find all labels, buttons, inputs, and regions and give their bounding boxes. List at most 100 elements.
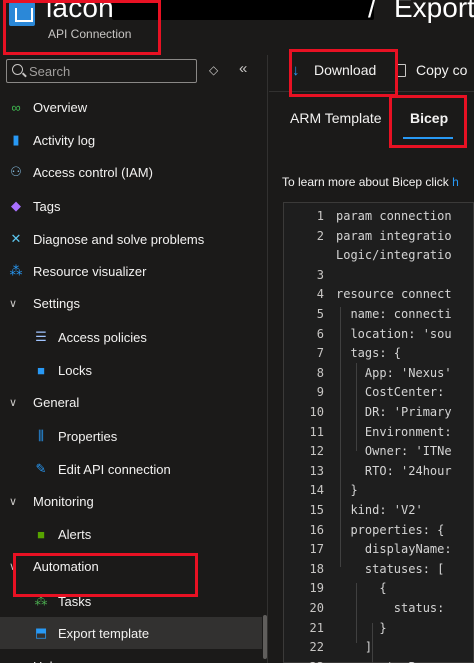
- activity-log-icon: ▮: [12, 132, 20, 147]
- sidebar-item-overview[interactable]: ∞ Overview: [0, 91, 262, 123]
- line-number: 22: [309, 640, 324, 655]
- line-number: 15: [309, 503, 324, 517]
- learn-more-link[interactable]: h: [452, 175, 459, 189]
- code-text: statuses: [: [336, 561, 445, 576]
- line-number: 4: [316, 287, 324, 302]
- code-editor[interactable]: 1 param connection 2 param integratio Logic/…: [283, 202, 474, 663]
- indent-guide: [340, 307, 341, 567]
- nav-item-label: Settings: [33, 295, 80, 311]
- learn-more-text: To learn more about Bicep click h: [282, 175, 459, 189]
- download-highlight-box: [289, 49, 398, 97]
- indent-guide: [372, 623, 373, 663]
- chevron-down-icon: ∨: [9, 495, 18, 508]
- chevron-down-icon: ∨: [9, 660, 17, 663]
- access-policies-icon: ☰: [35, 329, 47, 344]
- code-text: resource connect: [336, 287, 452, 302]
- nav-item-label: Overview: [33, 99, 88, 115]
- code-text: DR: 'Primary: [336, 405, 452, 419]
- lock-icon: ■: [37, 362, 45, 378]
- code-text: RTO: '24hour: [336, 463, 452, 478]
- line-number: 10: [309, 405, 324, 419]
- sidebar-item-alerts[interactable]: ■ Alerts: [0, 518, 262, 550]
- nav-item-label: General: [33, 394, 80, 410]
- nav-item-label: Diagnose and solve problems: [33, 231, 205, 247]
- line-number: 18: [309, 561, 324, 576]
- sidebar-item-export-template[interactable]: ⬒ Export template: [0, 617, 262, 649]
- title-separator: /: [368, 0, 376, 23]
- sidebar-item-edit-api-connection[interactable]: ✎ Edit API connection: [0, 453, 262, 485]
- code-text: properties: {: [336, 522, 445, 537]
- learn-more-label: To learn more about Bicep click: [282, 175, 449, 189]
- chevron-down-icon: ∨: [9, 396, 18, 409]
- line-number: 14: [309, 483, 324, 498]
- code-text: status:: [336, 601, 452, 615]
- indent-guide: [356, 363, 357, 451]
- nav-item-label: Monitoring: [33, 493, 94, 509]
- code-text: location: 'sou: [336, 326, 452, 341]
- title-highlight-box: [3, 0, 161, 55]
- line-number: 20: [309, 601, 324, 615]
- overview-icon: ∞: [11, 99, 21, 115]
- nav-item-label: Properties: [58, 428, 118, 444]
- line-number: 12: [309, 444, 324, 459]
- nav-item-label: Access policies: [58, 329, 147, 345]
- code-text: Environment:: [336, 424, 452, 439]
- sidebar-item-properties[interactable]: ⫼ Properties: [0, 420, 262, 452]
- line-number: 13: [309, 463, 324, 478]
- nav-item-label: Resource visualizer: [33, 263, 147, 279]
- nav-item-label: Edit API connection: [58, 461, 171, 477]
- line-number: 2: [316, 228, 324, 243]
- code-text: ]: [336, 640, 373, 655]
- sidebar-item-access-policies[interactable]: ☰ Access policies: [0, 321, 262, 353]
- code-text: Owner: 'ITNe: [336, 444, 452, 459]
- code-text: param integratio: [336, 228, 452, 243]
- search-icon: [12, 64, 23, 75]
- code-text: }: [336, 620, 387, 635]
- nav-group-help[interactable]: ∨ Help: [0, 650, 262, 663]
- nav-group-monitoring[interactable]: ∨ Monitoring: [0, 485, 262, 517]
- search-box[interactable]: [6, 59, 197, 83]
- sidebar-item-diagnose-and-solve-problems[interactable]: ✕ Diagnose and solve problems: [0, 223, 262, 255]
- code-text: kind: 'V2': [336, 503, 423, 517]
- nav-item-label: Tags: [33, 198, 61, 214]
- search-input[interactable]: [29, 62, 189, 80]
- nav-item-label: Alerts: [58, 526, 92, 542]
- alerts-icon: ■: [37, 526, 45, 542]
- collapse-menu-icon[interactable]: «: [239, 60, 247, 77]
- sidebar-scrollbar[interactable]: [263, 615, 267, 659]
- edit-icon: ✎: [35, 461, 47, 476]
- line-number: 6: [316, 326, 324, 341]
- line-number: 3: [316, 267, 324, 282]
- export-template-icon: ⬒: [34, 625, 48, 640]
- line-number: 21: [309, 620, 324, 635]
- visualizer-icon: ⁂: [9, 263, 23, 278]
- copy-button[interactable]: Copy co: [416, 62, 467, 78]
- nav-group-settings[interactable]: ∨ Settings: [0, 287, 262, 319]
- line-number: 19: [309, 581, 324, 596]
- sidebar-item-activity-log[interactable]: ▮ Activity log: [0, 124, 262, 156]
- nav-item-label: Help: [33, 659, 60, 663]
- sidebar-item-resource-visualizer[interactable]: ⁂ Resource visualizer: [0, 255, 262, 287]
- bicep-tab-highlight-box: [389, 95, 467, 148]
- code-text: CostCenter:: [336, 385, 452, 400]
- line-number: 9: [316, 385, 324, 400]
- tag-icon: ◆: [11, 198, 21, 213]
- nav-item-label: Export template: [58, 625, 150, 641]
- indent-guide: [356, 583, 357, 643]
- code-text: name: connecti: [336, 307, 452, 321]
- expand-menu-icon[interactable]: ◇: [209, 63, 218, 77]
- code-text: {: [336, 581, 387, 596]
- chevron-down-icon: ∨: [9, 297, 18, 310]
- sidebar-item-tags[interactable]: ◆ Tags: [0, 190, 262, 222]
- sidebar-item-locks[interactable]: ■ Locks: [0, 354, 262, 386]
- line-number: 11: [309, 424, 324, 439]
- sidebar-item-access-control-iam[interactable]: ⚇ Access control (IAM): [0, 156, 262, 188]
- code-text: Logic/integratio: [336, 248, 452, 263]
- nav-group-general[interactable]: ∨ General: [0, 386, 262, 418]
- line-number: 1: [316, 209, 324, 223]
- code-text: displayName:: [336, 542, 452, 557]
- line-number: 7: [316, 346, 324, 361]
- line-number: 17: [309, 542, 324, 557]
- iam-icon: ⚇: [10, 164, 22, 179]
- tab-arm-template[interactable]: ARM Template: [290, 110, 382, 126]
